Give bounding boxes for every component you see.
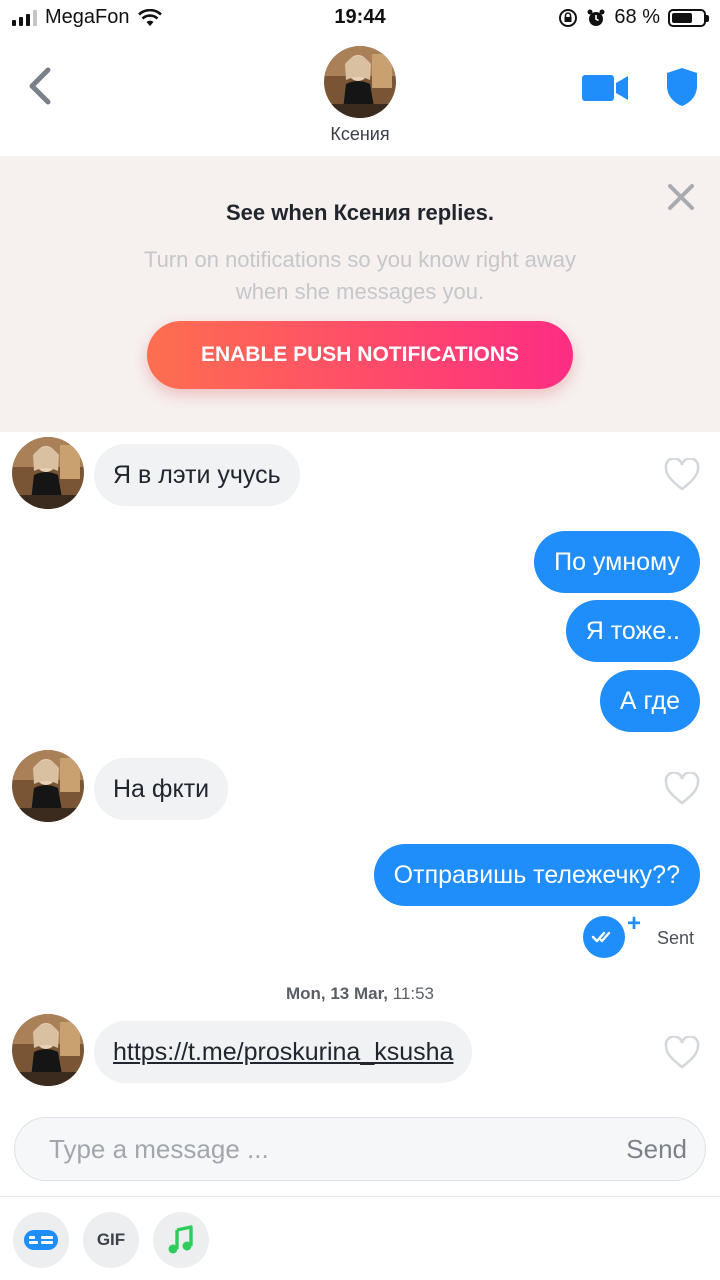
- battery-icon: [668, 8, 709, 27]
- banner-description: Turn on notifications so you know right …: [143, 247, 577, 304]
- outgoing-message[interactable]: А где: [599, 670, 700, 732]
- contact-card-icon: [24, 1230, 58, 1250]
- banner-title: See when Ксения replies.: [225, 200, 494, 225]
- timestamp-date: Mon, 13 Mar,: [285, 984, 388, 1003]
- heart-icon[interactable]: [664, 1036, 700, 1070]
- gif-label: GIF: [96, 1230, 126, 1249]
- contact-avatar-small[interactable]: [12, 437, 84, 509]
- plus-icon[interactable]: +: [627, 912, 641, 936]
- incoming-message[interactable]: На фкти: [94, 758, 229, 820]
- avatar-photo: [324, 46, 396, 118]
- message-composer[interactable]: Type a message ... Send: [14, 1117, 706, 1181]
- incoming-message[interactable]: Я в лэти учусь: [94, 444, 300, 506]
- rotation-lock-icon: [559, 8, 578, 27]
- status-bar: MegaFon 19:44 68 %: [0, 0, 720, 38]
- incoming-message: https://t.me/proskurina_ksusha: [94, 1021, 473, 1083]
- status-icons: 68 %: [558, 6, 709, 29]
- double-check-icon: [583, 916, 625, 958]
- gif-button[interactable]: GIF: [83, 1212, 139, 1268]
- battery-percent: 68 %: [614, 6, 660, 28]
- outgoing-message[interactable]: Я тоже..: [565, 600, 700, 662]
- contact-name[interactable]: Ксения: [0, 124, 720, 145]
- alarm-icon: [587, 9, 605, 26]
- chat-header: Ксения: [0, 38, 720, 156]
- sent-label: Sent: [657, 928, 695, 948]
- back-chevron-icon[interactable]: [20, 62, 60, 110]
- avatar-photo: [12, 750, 84, 822]
- music-note-icon: [168, 1225, 193, 1254]
- message-input[interactable]: Type a message ...: [49, 1118, 269, 1180]
- send-button[interactable]: Send: [626, 1118, 687, 1180]
- video-call-icon[interactable]: [582, 72, 630, 104]
- safety-shield-icon[interactable]: [664, 66, 700, 108]
- heart-icon[interactable]: [664, 772, 700, 806]
- telegram-link[interactable]: https://t.me/proskurina_ksusha: [113, 1038, 453, 1067]
- divider: [0, 1196, 720, 1197]
- enable-push-notifications-button[interactable]: ENABLE PUSH NOTIFICATIONS: [147, 321, 573, 389]
- heart-icon[interactable]: [664, 458, 700, 492]
- avatar-photo: [12, 1014, 84, 1086]
- notification-banner: See when Ксения replies. Turn on notific…: [0, 156, 720, 432]
- contact-avatar-small[interactable]: [12, 1014, 84, 1086]
- message-timestamp: Mon, 13 Mar, 11:53: [0, 984, 720, 1004]
- sent-status: + Sent: [580, 912, 710, 962]
- outgoing-message[interactable]: Отправишь тележечку??: [373, 844, 700, 906]
- contact-card-button[interactable]: [13, 1212, 69, 1268]
- outgoing-message[interactable]: По умному: [534, 531, 700, 593]
- contact-avatar[interactable]: [324, 46, 396, 118]
- contact-avatar-small[interactable]: [12, 750, 84, 822]
- avatar-photo: [12, 437, 84, 509]
- timestamp-time: 11:53: [392, 984, 435, 1003]
- music-button[interactable]: [153, 1212, 209, 1268]
